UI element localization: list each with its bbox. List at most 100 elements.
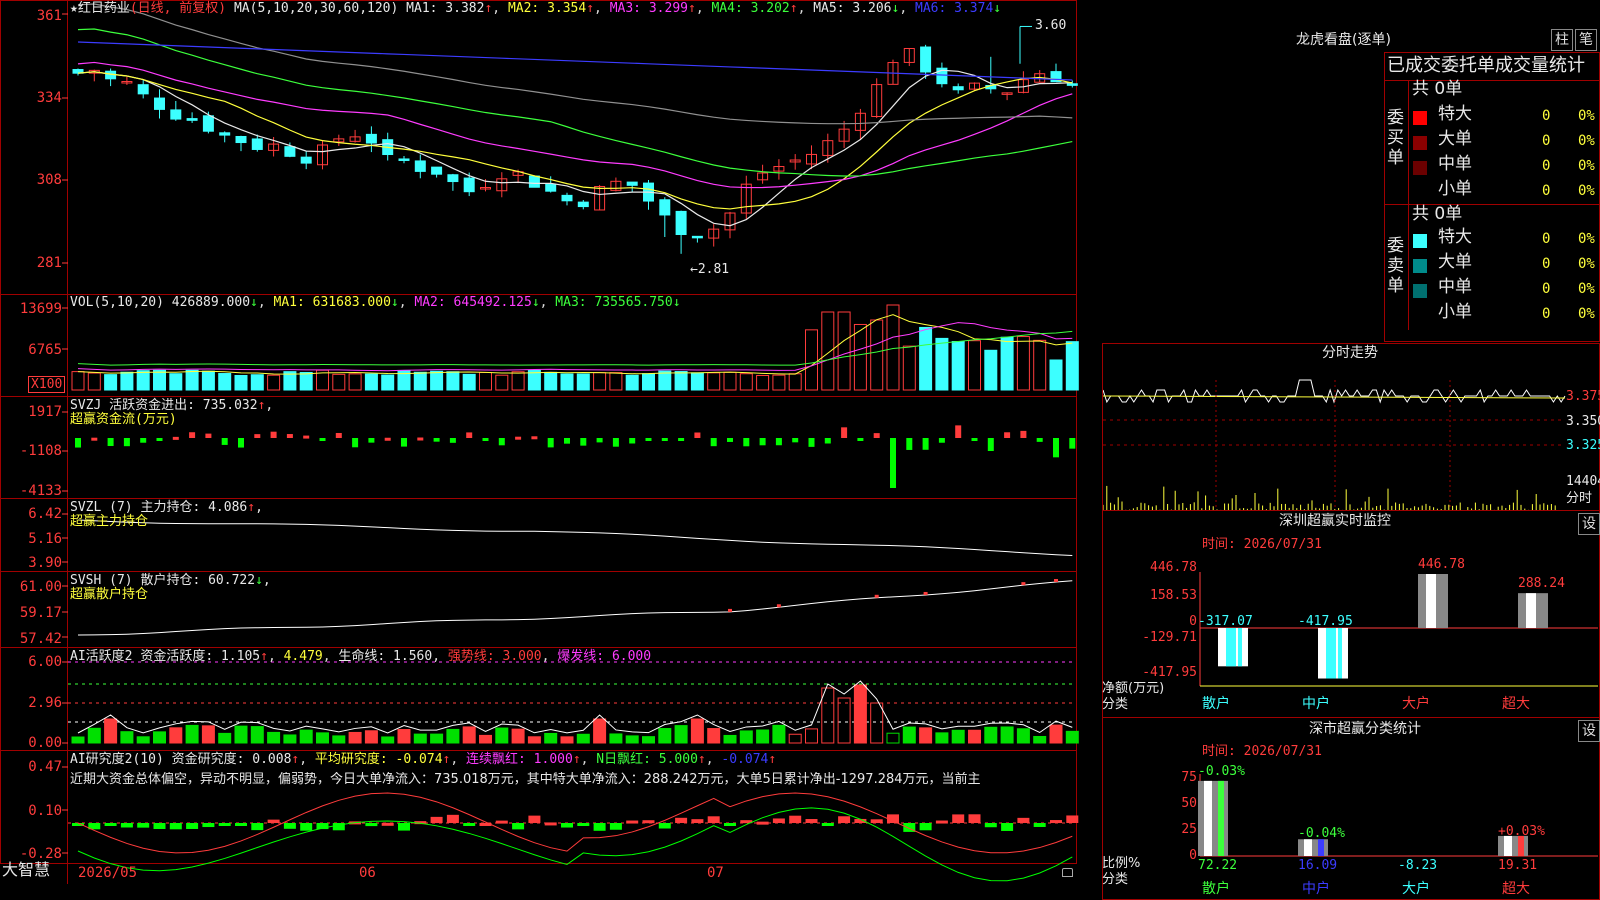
sz-category: 超大 [1502, 696, 1530, 712]
buy-row-label: 小单 [1438, 179, 1472, 199]
volume-bar [707, 372, 721, 391]
candle-body [365, 133, 377, 144]
ai-active-bar [1065, 730, 1079, 744]
buy-row-label: 中单 [1438, 154, 1472, 174]
ai-active-bar [201, 725, 215, 744]
ai-active-t5: 爆发线: 6.000 [557, 649, 652, 664]
svzj-tick: -4133 [19, 483, 62, 499]
svzj-bar [417, 437, 424, 441]
svzj-bar [433, 438, 440, 442]
ai-active-bar [707, 728, 721, 744]
svsh-mark [874, 594, 879, 598]
volume-bar [185, 369, 199, 391]
sell-row-label: 特大 [1438, 227, 1472, 247]
sell-row-label: 大单 [1438, 252, 1472, 272]
ai-research-bar [1050, 820, 1062, 824]
volume-bar [201, 370, 215, 391]
bar-mode-button[interactable]: 柱 [1551, 29, 1573, 51]
ai-active-bar [299, 729, 313, 744]
ai-research-bar [675, 817, 688, 823]
ai-research-bar [724, 823, 736, 826]
ai-research-bar [1017, 817, 1030, 823]
svzj-bar [955, 425, 962, 438]
volume-bar [739, 373, 753, 391]
ai-active-bar [1000, 726, 1014, 744]
ai-research-bar [870, 819, 883, 823]
volume-bar [267, 374, 281, 391]
ai-active-bar [120, 731, 134, 744]
high-marker: 3.60 [1035, 18, 1066, 33]
ai-research-bar [968, 814, 981, 823]
lock-icon[interactable] [1062, 868, 1073, 877]
vol-label: VOL(5,10,20) [70, 295, 164, 310]
candle-body [920, 46, 932, 73]
sz2-category: 超大 [1502, 881, 1530, 897]
sz-class-title: 深市超赢分类统计 [1309, 721, 1421, 737]
ai-active-bar [821, 687, 835, 744]
candle-body [170, 109, 182, 120]
ai-active-tick: 2.96 [28, 695, 62, 711]
ai-active-t4: 强势线: 3.000 [447, 649, 542, 664]
vol-ma1: MA1: 631683.000 [273, 295, 391, 310]
volume-bar [495, 374, 509, 391]
vol-ma2-arrow: ↓ [531, 295, 540, 310]
candle-body [1066, 83, 1078, 86]
vol-ma3: MA3: 735565.750 [555, 295, 673, 310]
intraday-panel[interactable] [1102, 343, 1600, 511]
svzj-bar [156, 438, 163, 441]
brand-logo[interactable]: 大智慧 [2, 862, 50, 878]
ai-research-t2-arrow: ↑ [442, 752, 451, 767]
chart-mode[interactable]: (日线, 前复权) [130, 1, 226, 16]
ai-research-t1-arrow: ↑ [291, 752, 300, 767]
stock-name[interactable]: ★红日药业 [70, 1, 130, 16]
intraday-tick: 3.325 [1566, 438, 1600, 453]
ma2-value: MA2: 3.354 [507, 1, 587, 16]
volume-bar [1000, 336, 1014, 391]
vol-ma1-arrow: ↓ [390, 295, 399, 310]
ma3-line [77, 61, 1073, 189]
svsh-header: SVSH (7) 散户持仓: 60.722↓, [70, 573, 271, 588]
ai-active-bar [968, 729, 981, 744]
volume-bar [690, 372, 704, 391]
svzj-bar [792, 438, 799, 443]
date-label: 2026/05 [78, 865, 138, 881]
svzj-bar [1004, 432, 1011, 438]
vol-unit[interactable]: X100 [28, 376, 66, 393]
volume-bar [821, 311, 835, 391]
candle-body [528, 175, 540, 188]
ma6-value: MA6: 3.374 [915, 1, 994, 16]
volume-bar [853, 323, 867, 391]
sz-class-settings-button[interactable]: 设 [1578, 720, 1600, 742]
svzj-bar [694, 432, 701, 438]
volume-bar [576, 373, 590, 391]
svzl-label: SVZL (7) [70, 500, 133, 515]
ai-active-header: AI活跃度2 资金活跃度: 1.105↑, 4.479, 生命线: 1.560,… [70, 649, 652, 664]
ai-active-bar [413, 733, 427, 744]
sell-row-pct: 0% [1578, 231, 1595, 247]
svsh-arrow: ↓ [255, 573, 263, 588]
candle-body [202, 115, 214, 132]
ai-research-label: AI研究度2(10) [70, 752, 164, 767]
price-tick: 308 [36, 172, 62, 188]
svzj-bar [254, 434, 261, 438]
svzl-tick: 5.16 [28, 531, 62, 547]
ai-research-bar [658, 823, 671, 829]
svzj-bar [140, 438, 147, 443]
svzj-bar [531, 436, 538, 440]
buy-row-count: 0 [1542, 133, 1551, 149]
ai-research-bar [300, 823, 313, 831]
ai-research-bar [707, 816, 720, 823]
ai-active-bar [1049, 724, 1063, 744]
svzj-bar [775, 438, 782, 446]
pen-mode-button[interactable]: 笔 [1575, 29, 1597, 51]
sz2-value-label: 16.09 [1298, 858, 1338, 873]
ai-research-bar [218, 823, 231, 826]
sz-settings-button[interactable]: 设 [1578, 513, 1600, 535]
ma5-value: MA5: 3.206 [813, 1, 892, 16]
ma1-arrow: ↑ [484, 1, 493, 16]
ai-research-bar [186, 823, 199, 829]
sell-row-label: 小单 [1438, 302, 1472, 322]
candle-body [626, 181, 638, 186]
ai-research-bar [691, 819, 704, 823]
candle-body [577, 201, 589, 208]
